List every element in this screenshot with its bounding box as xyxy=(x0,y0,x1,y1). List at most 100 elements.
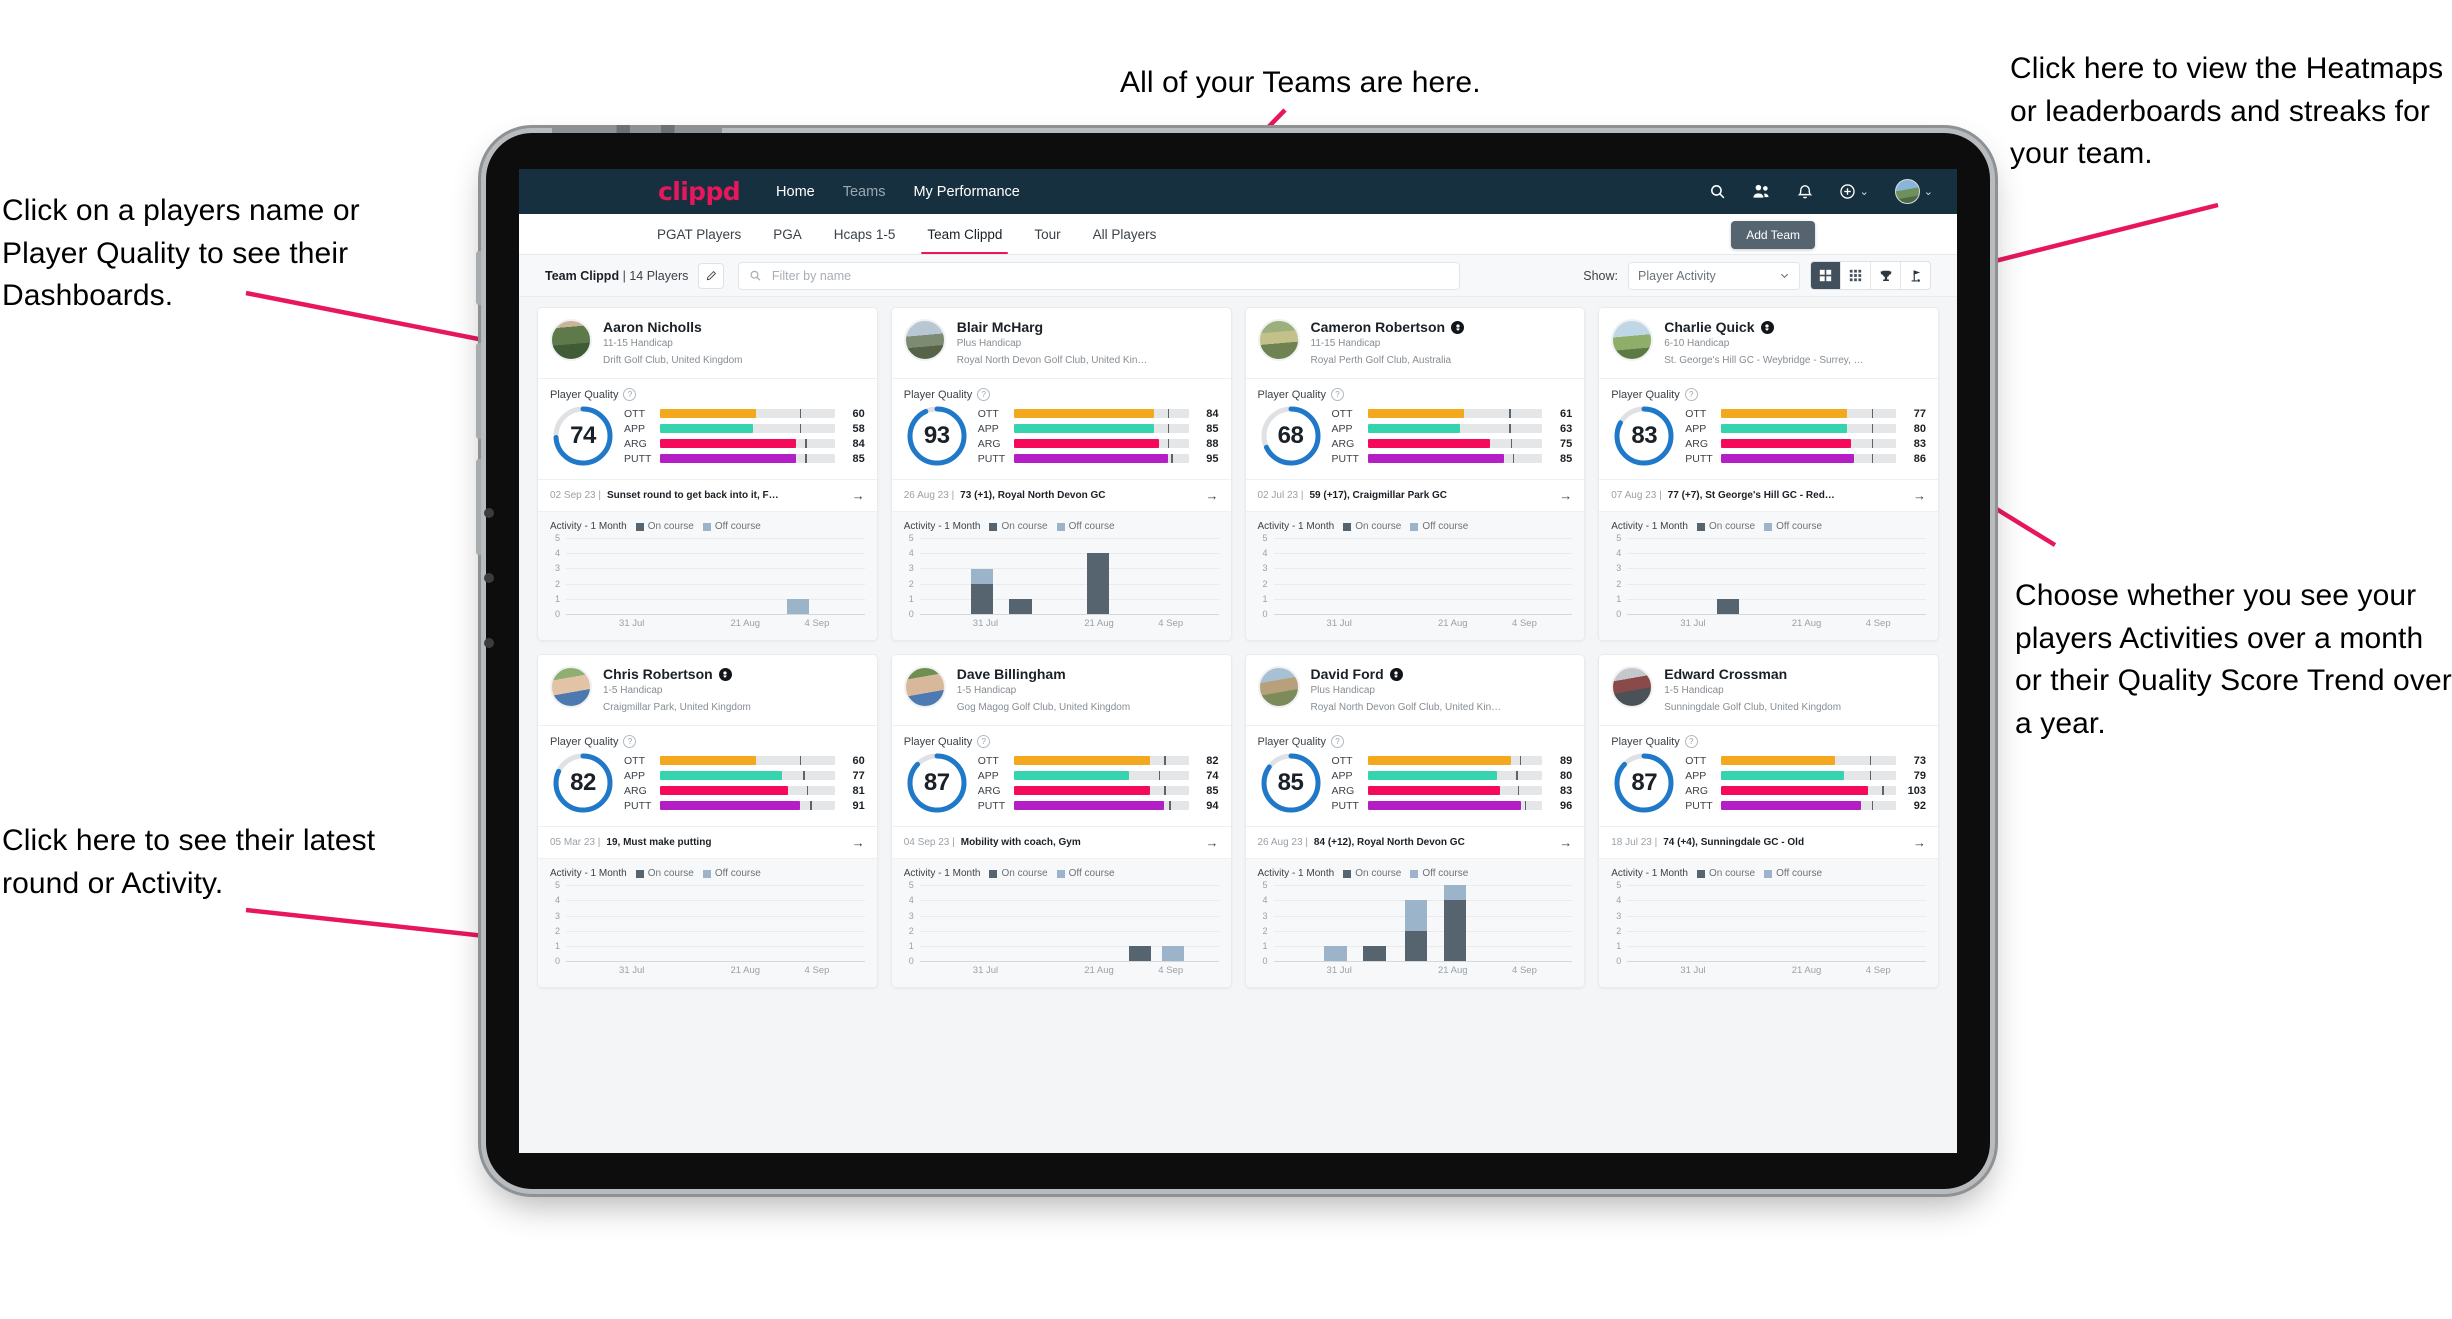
people-icon[interactable] xyxy=(1752,183,1771,200)
arrow-right-icon[interactable]: → xyxy=(1559,835,1572,850)
help-icon[interactable]: ? xyxy=(977,735,991,749)
tab-tour[interactable]: Tour xyxy=(1018,214,1076,254)
player-name[interactable]: David Ford xyxy=(1311,666,1384,682)
add-team-button[interactable]: Add Team xyxy=(1731,221,1815,249)
tab-all-players[interactable]: All Players xyxy=(1077,214,1173,254)
player-card[interactable]: Chris Robertson 1-5 Handicap Craigmillar… xyxy=(537,654,878,989)
player-card-header[interactable]: Aaron Nicholls 11-15 Handicap Drift Golf… xyxy=(538,308,877,380)
latest-activity-row[interactable]: 26 Aug 23 | 84 (+12), Royal North Devon … xyxy=(1245,827,1585,860)
player-quality-section[interactable]: Player Quality ? 74 OTT 60 APP 58 ARG 84… xyxy=(538,379,877,481)
activity-bar[interactable] xyxy=(1716,598,1740,615)
player-card[interactable]: David Ford Plus Handicap Royal North Dev… xyxy=(1244,654,1586,989)
avatar-menu[interactable]: ⌄ xyxy=(1894,179,1933,204)
player-name-row[interactable]: David Ford xyxy=(1311,666,1573,682)
nav-item-my-performance[interactable]: My Performance xyxy=(913,184,1019,200)
player-name-row[interactable]: Aaron Nicholls xyxy=(603,319,865,335)
view-leaderboard-button[interactable] xyxy=(1871,262,1901,289)
tab-hcaps-1-5[interactable]: Hcaps 1-5 xyxy=(818,214,912,254)
device-button-power[interactable] xyxy=(476,459,481,555)
player-card[interactable]: Aaron Nicholls 11-15 Handicap Drift Golf… xyxy=(537,307,878,642)
player-name[interactable]: Charlie Quick xyxy=(1664,319,1754,335)
activity-bar[interactable] xyxy=(1443,885,1467,962)
player-name[interactable]: Dave Billingham xyxy=(957,666,1066,682)
player-quality-section[interactable]: Player Quality ? 87 OTT 73 APP 79 ARG 10… xyxy=(1599,726,1938,828)
edit-team-button[interactable] xyxy=(698,262,725,289)
player-card-header[interactable]: David Ford Plus Handicap Royal North Dev… xyxy=(1245,655,1585,727)
arrow-right-icon[interactable]: → xyxy=(1559,488,1572,503)
device-button-volume-up[interactable] xyxy=(476,251,481,305)
player-name[interactable]: Chris Robertson xyxy=(603,666,713,682)
latest-activity-row[interactable]: 26 Aug 23 | 73 (+1), Royal North Devon G… xyxy=(891,480,1231,513)
player-quality-section[interactable]: Player Quality ? 82 OTT 60 APP 77 ARG 81… xyxy=(538,726,877,828)
latest-activity-row[interactable]: 05 Mar 23 | 19, Must make putting → xyxy=(538,827,877,860)
show-select[interactable]: Player Activity xyxy=(1628,261,1800,290)
player-card[interactable]: Cameron Robertson 11-15 Handicap Royal P… xyxy=(1244,307,1586,642)
activity-bar[interactable] xyxy=(1161,946,1185,962)
help-icon[interactable]: ? xyxy=(623,735,637,749)
help-icon[interactable]: ? xyxy=(1330,388,1344,402)
player-quality-section[interactable]: Player Quality ? 85 OTT 89 APP 80 ARG 83… xyxy=(1245,726,1585,828)
clippd-logo[interactable]: clippd xyxy=(658,177,741,206)
player-card[interactable]: Edward Crossman 1-5 Handicap Sunningdale… xyxy=(1598,654,1939,989)
activity-bar[interactable] xyxy=(1363,946,1386,962)
chevron-down-icon[interactable]: ⌄ xyxy=(1860,185,1869,198)
player-card-header[interactable]: Edward Crossman 1-5 Handicap Sunningdale… xyxy=(1599,655,1938,727)
player-name[interactable]: Edward Crossman xyxy=(1664,666,1787,682)
latest-activity-row[interactable]: 07 Aug 23 | 77 (+7), St George's Hill GC… xyxy=(1599,480,1938,513)
player-quality-section[interactable]: Player Quality ? 87 OTT 82 APP 74 ARG 85… xyxy=(891,726,1231,828)
search-icon[interactable] xyxy=(1709,183,1726,200)
player-name-row[interactable]: Charlie Quick xyxy=(1664,319,1926,335)
activity-bar[interactable] xyxy=(1324,946,1347,962)
latest-activity-row[interactable]: 02 Jul 23 | 59 (+17), Craigmillar Park G… xyxy=(1245,480,1585,513)
arrow-right-icon[interactable]: → xyxy=(1913,488,1926,503)
player-card-header[interactable]: Cameron Robertson 11-15 Handicap Royal P… xyxy=(1245,308,1585,380)
device-button-volume-down[interactable] xyxy=(476,343,481,439)
player-quality-section[interactable]: Player Quality ? 68 OTT 61 APP 63 ARG 75… xyxy=(1245,379,1585,481)
help-icon[interactable]: ? xyxy=(1684,388,1698,402)
arrow-right-icon[interactable]: → xyxy=(852,488,865,503)
nav-item-home[interactable]: Home xyxy=(776,184,815,200)
player-card[interactable]: Blair McHarg Plus Handicap Royal North D… xyxy=(890,307,1232,642)
bell-icon[interactable] xyxy=(1797,183,1813,200)
player-card-header[interactable]: Charlie Quick 6-10 Handicap St. George's… xyxy=(1599,308,1938,380)
player-card-header[interactable]: Blair McHarg Plus Handicap Royal North D… xyxy=(891,308,1231,380)
player-quality-section[interactable]: Player Quality ? 83 OTT 77 APP 80 ARG 83… xyxy=(1599,379,1938,481)
player-name-row[interactable]: Edward Crossman xyxy=(1664,666,1926,682)
activity-bar[interactable] xyxy=(1087,553,1110,615)
help-icon[interactable]: ? xyxy=(623,388,637,402)
latest-activity-row[interactable]: 04 Sep 23 | Mobility with coach, Gym → xyxy=(891,827,1231,860)
player-name-row[interactable]: Dave Billingham xyxy=(957,666,1219,682)
activity-bar[interactable] xyxy=(1009,598,1032,615)
activity-bar[interactable] xyxy=(1128,946,1152,962)
latest-activity-row[interactable]: 02 Sep 23 | Sunset round to get back int… xyxy=(538,480,877,513)
player-card-header[interactable]: Chris Robertson 1-5 Handicap Craigmillar… xyxy=(538,655,877,727)
player-quality-section[interactable]: Player Quality ? 93 OTT 84 APP 85 ARG 88… xyxy=(891,379,1231,481)
tab-pga[interactable]: PGA xyxy=(757,214,818,254)
player-card-header[interactable]: Dave Billingham 1-5 Handicap Gog Magog G… xyxy=(891,655,1231,727)
nav-item-teams[interactable]: Teams xyxy=(843,184,886,200)
arrow-right-icon[interactable]: → xyxy=(852,835,865,850)
tab-team-clippd[interactable]: Team Clippd xyxy=(911,214,1018,254)
player-name-row[interactable]: Cameron Robertson xyxy=(1311,319,1573,335)
arrow-right-icon[interactable]: → xyxy=(1206,488,1219,503)
arrow-right-icon[interactable]: → xyxy=(1913,835,1926,850)
activity-bar[interactable] xyxy=(1404,900,1428,962)
view-grid-large-button[interactable] xyxy=(1811,262,1841,289)
player-card[interactable]: Dave Billingham 1-5 Handicap Gog Magog G… xyxy=(890,654,1232,989)
chevron-down-icon[interactable]: ⌄ xyxy=(1924,185,1933,198)
activity-bar[interactable] xyxy=(787,598,810,615)
player-card[interactable]: Charlie Quick 6-10 Handicap St. George's… xyxy=(1598,307,1939,642)
help-icon[interactable]: ? xyxy=(1330,735,1344,749)
help-icon[interactable]: ? xyxy=(1684,735,1698,749)
latest-activity-row[interactable]: 18 Jul 23 | 74 (+4), Sunningdale GC - Ol… xyxy=(1599,827,1938,860)
help-icon[interactable]: ? xyxy=(977,388,991,402)
view-heatmap-button[interactable] xyxy=(1901,262,1930,289)
player-name[interactable]: Cameron Robertson xyxy=(1311,319,1446,335)
arrow-right-icon[interactable]: → xyxy=(1206,835,1219,850)
view-grid-small-button[interactable] xyxy=(1841,262,1871,289)
tab-pgat-players[interactable]: PGAT Players xyxy=(641,214,757,254)
activity-bar[interactable] xyxy=(970,568,993,615)
player-name-row[interactable]: Chris Robertson xyxy=(603,666,865,682)
search-field-wrapper[interactable] xyxy=(738,261,1461,290)
search-input[interactable] xyxy=(769,267,1450,284)
